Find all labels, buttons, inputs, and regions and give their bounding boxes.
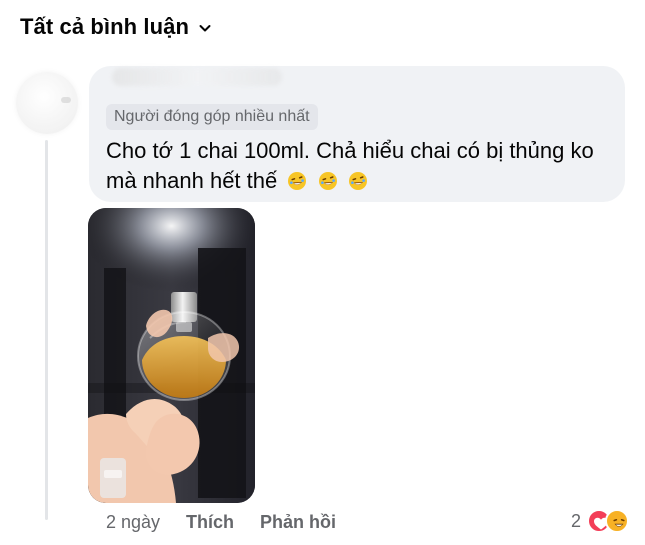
- rolling-on-floor-laughing-emoji-icon: [318, 169, 338, 190]
- like-button[interactable]: Thích: [186, 512, 234, 533]
- top-contributor-badge[interactable]: Người đóng góp nhiều nhất: [106, 104, 318, 130]
- comment-actions: 2 ngày Thích Phản hồi: [106, 512, 336, 533]
- chevron-down-icon[interactable]: [197, 20, 213, 36]
- comments-filter[interactable]: Tất cả bình luận: [20, 14, 213, 40]
- comment-text: Cho tớ 1 chai 100ml. Chả hiểu chai có bị…: [106, 136, 618, 196]
- commenter-name-obscured[interactable]: [112, 68, 282, 86]
- reaction-count: 2: [570, 510, 581, 531]
- avatar[interactable]: [16, 72, 78, 134]
- comments-filter-label: Tất cả bình luận: [20, 14, 190, 39]
- reply-button[interactable]: Phản hồi: [260, 512, 336, 533]
- thread-line: [45, 140, 48, 520]
- perfume-photo-illustration: [88, 208, 255, 503]
- reaction-summary[interactable]: 2: [571, 508, 631, 534]
- comment-thread: Tất cả bình luận Người đóng góp nhiều nh…: [0, 0, 645, 545]
- top-contributor-badge-label: Người đóng góp nhiều nhất: [114, 108, 310, 125]
- rolling-on-floor-laughing-emoji-icon: [287, 169, 307, 190]
- comment-time[interactable]: 2 ngày: [106, 512, 160, 533]
- comment-photo-perfume-bottle[interactable]: [88, 208, 255, 503]
- reaction-icons: [587, 508, 631, 534]
- rolling-on-floor-laughing-emoji-icon: [348, 169, 368, 190]
- haha-reaction-icon: [605, 509, 629, 533]
